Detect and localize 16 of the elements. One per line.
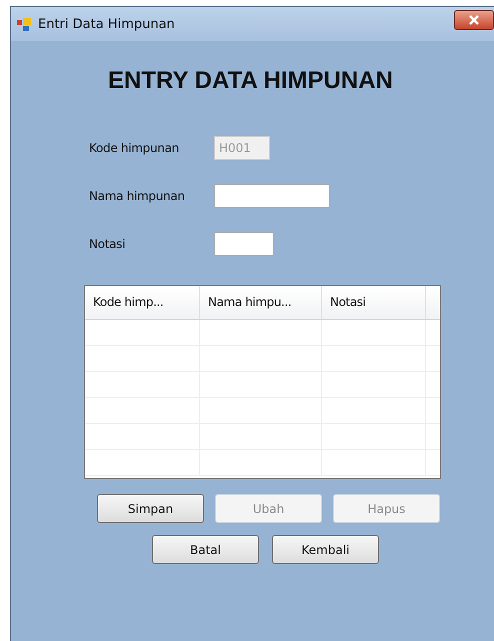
close-button[interactable] xyxy=(454,10,494,30)
form-button[interactable]: Kembali xyxy=(272,535,379,564)
column-header[interactable]: Notasi xyxy=(322,286,426,319)
column-header[interactable]: Nama himpu... xyxy=(200,286,322,319)
column-header[interactable]: Kode himp... xyxy=(85,286,200,319)
app-icon xyxy=(17,17,31,31)
field-label: Nama himpunan xyxy=(89,189,186,203)
window-title: Entri Data Himpunan xyxy=(38,16,176,32)
input-field[interactable] xyxy=(214,184,330,208)
field-label: Kode himpunan xyxy=(89,141,180,155)
close-icon xyxy=(468,15,480,25)
input-field[interactable] xyxy=(214,232,274,256)
form-button[interactable]: Simpan xyxy=(97,494,204,523)
form-heading: ENTRY DATA HIMPUNAN xyxy=(107,67,394,95)
form-button[interactable]: Batal xyxy=(152,535,259,564)
field-label: Notasi xyxy=(89,237,126,251)
